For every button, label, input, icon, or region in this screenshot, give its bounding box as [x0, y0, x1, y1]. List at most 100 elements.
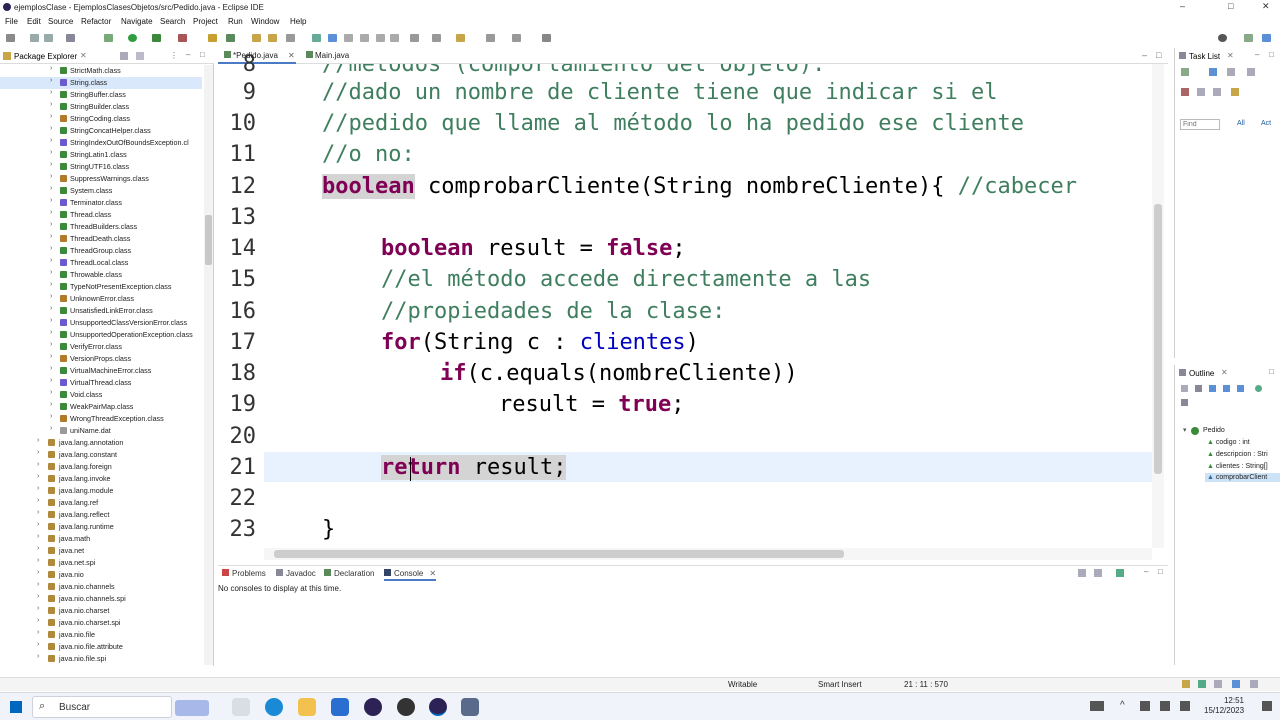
minimize-view-icon[interactable]: –: [1144, 567, 1148, 576]
recorder-icon[interactable]: [397, 698, 415, 716]
package-explorer-title[interactable]: Package Explorer: [14, 52, 77, 61]
tab-javadoc[interactable]: Javadoc: [276, 569, 316, 578]
tree-item-package[interactable]: › java.nio.file.attribute: [0, 641, 202, 653]
open-type-icon[interactable]: [252, 34, 261, 42]
close-view-icon[interactable]: ✕: [1221, 368, 1228, 377]
search-tool-icon[interactable]: [286, 34, 295, 42]
pilcrow-icon[interactable]: [390, 34, 399, 42]
tree-item-class[interactable]: › String.class: [0, 77, 202, 89]
minimize-button[interactable]: –: [1180, 1, 1185, 11]
tree-item-class[interactable]: › WrongThreadException.class: [0, 413, 202, 425]
debug-icon[interactable]: [104, 34, 113, 42]
coverage-icon[interactable]: [152, 34, 161, 42]
task-find-input[interactable]: [1180, 119, 1220, 130]
chevron-right-icon[interactable]: ›: [50, 341, 52, 348]
chevron-right-icon[interactable]: ›: [50, 221, 52, 228]
sync-icon[interactable]: [1197, 88, 1205, 96]
close-view-icon[interactable]: ✕: [1227, 51, 1234, 60]
tree-item-class[interactable]: › VirtualThread.class: [0, 377, 202, 389]
taskbar-clock[interactable]: 12:51 15/12/2023: [1204, 696, 1244, 716]
tree-item-package[interactable]: › java.lang.ref: [0, 497, 202, 509]
task-activate-link[interactable]: Act: [1261, 120, 1271, 127]
forward-icon[interactable]: [512, 34, 521, 42]
chevron-right-icon[interactable]: ›: [50, 425, 52, 432]
pin-editor-icon[interactable]: [542, 34, 551, 42]
menu-project[interactable]: Project: [193, 17, 218, 26]
tree-item-class[interactable]: › Terminator.class: [0, 197, 202, 209]
task-view-icon[interactable]: [232, 698, 250, 716]
tree-item-class[interactable]: › StringBuilder.class: [0, 101, 202, 113]
perspective-icon[interactable]: [1244, 34, 1253, 42]
open-folder-icon[interactable]: [268, 34, 277, 42]
chevron-right-icon[interactable]: ›: [37, 497, 39, 504]
print-icon[interactable]: [66, 34, 75, 42]
maximize-editor-icon[interactable]: □: [1156, 50, 1161, 60]
tree-item-package[interactable]: › java.nio.channels: [0, 581, 202, 593]
package-explorer-scrollbar[interactable]: [204, 65, 213, 665]
chevron-right-icon[interactable]: ›: [50, 173, 52, 180]
chevron-right-icon[interactable]: ›: [37, 521, 39, 528]
chevron-right-icon[interactable]: ›: [50, 389, 52, 396]
collapse-all-icon[interactable]: [120, 52, 128, 60]
chevron-right-icon[interactable]: ›: [50, 233, 52, 240]
menu-source[interactable]: Source: [48, 17, 73, 26]
tab-declaration[interactable]: Declaration: [324, 569, 374, 578]
edge-icon[interactable]: [265, 698, 283, 716]
tab-pedido-java[interactable]: *Pedido.java ✕: [218, 50, 296, 64]
tree-item-package[interactable]: › java.lang.invoke: [0, 473, 202, 485]
tree-item-class[interactable]: › Void.class: [0, 389, 202, 401]
tree-item-package[interactable]: › java.lang.foreign: [0, 461, 202, 473]
tree-item-class[interactable]: › System.class: [0, 185, 202, 197]
editor-horizontal-scrollbar[interactable]: [264, 548, 1152, 560]
chevron-right-icon[interactable]: ›: [37, 641, 39, 648]
save-all-icon[interactable]: [44, 34, 53, 42]
open-console-icon[interactable]: [1116, 569, 1124, 577]
chevron-right-icon[interactable]: ›: [50, 293, 52, 300]
tree-item-class[interactable]: › TypeNotPresentException.class: [0, 281, 202, 293]
new-task-icon[interactable]: [1181, 68, 1189, 76]
update-icon[interactable]: [1198, 680, 1206, 688]
menu-file[interactable]: File: [5, 17, 18, 26]
close-view-icon[interactable]: ✕: [80, 51, 87, 60]
chevron-right-icon[interactable]: ›: [37, 593, 39, 600]
hide-fields-icon[interactable]: [1209, 385, 1216, 392]
chevron-right-icon[interactable]: ›: [50, 401, 52, 408]
new-class-icon[interactable]: [226, 34, 235, 42]
java-perspective-icon[interactable]: [1262, 34, 1271, 42]
tree-item-package[interactable]: › java.lang.runtime: [0, 521, 202, 533]
eclipse-taskbar-icon[interactable]: [364, 698, 382, 716]
chevron-right-icon[interactable]: ›: [37, 605, 39, 612]
tree-item-package[interactable]: › java.net: [0, 545, 202, 557]
notifications-icon[interactable]: [1214, 680, 1222, 688]
show-whitespace-icon[interactable]: [360, 34, 369, 42]
collapse-icon[interactable]: [1247, 68, 1255, 76]
view-menu-icon[interactable]: ⋮: [170, 51, 178, 60]
tree-item-class[interactable]: › WeakPairMap.class: [0, 401, 202, 413]
outline-root[interactable]: Pedido: [1203, 427, 1225, 434]
chevron-right-icon[interactable]: ›: [50, 281, 52, 288]
outline-item[interactable]: ▲ clientes : String[]: [1207, 463, 1268, 470]
chevron-right-icon[interactable]: ›: [50, 185, 52, 192]
categorize-icon[interactable]: [1209, 68, 1217, 76]
progress-icon[interactable]: [1250, 680, 1258, 688]
tree-item-class[interactable]: › VersionProps.class: [0, 353, 202, 365]
file-explorer-icon[interactable]: [298, 698, 316, 716]
scrollbar-thumb[interactable]: [274, 550, 844, 558]
menu-navigate[interactable]: Navigate: [121, 17, 153, 26]
chevron-right-icon[interactable]: ›: [37, 557, 39, 564]
chevron-right-icon[interactable]: ›: [50, 305, 52, 312]
chevron-right-icon[interactable]: ›: [50, 245, 52, 252]
menu-help[interactable]: Help: [290, 17, 306, 26]
new-icon[interactable]: [6, 34, 15, 42]
chevron-right-icon[interactable]: ›: [50, 365, 52, 372]
eclipse-active-icon[interactable]: [429, 698, 447, 716]
chevron-right-icon[interactable]: ›: [50, 329, 52, 336]
tree-item-package[interactable]: › java.lang.constant: [0, 449, 202, 461]
menu-window[interactable]: Window: [251, 17, 279, 26]
workspace-icon[interactable]: [1232, 680, 1240, 688]
tree-item-package[interactable]: › java.net.spi: [0, 557, 202, 569]
task-all-link[interactable]: All: [1237, 120, 1245, 127]
chevron-right-icon[interactable]: ›: [50, 377, 52, 384]
network-icon[interactable]: [1140, 701, 1150, 711]
volume-icon[interactable]: [1160, 701, 1170, 711]
